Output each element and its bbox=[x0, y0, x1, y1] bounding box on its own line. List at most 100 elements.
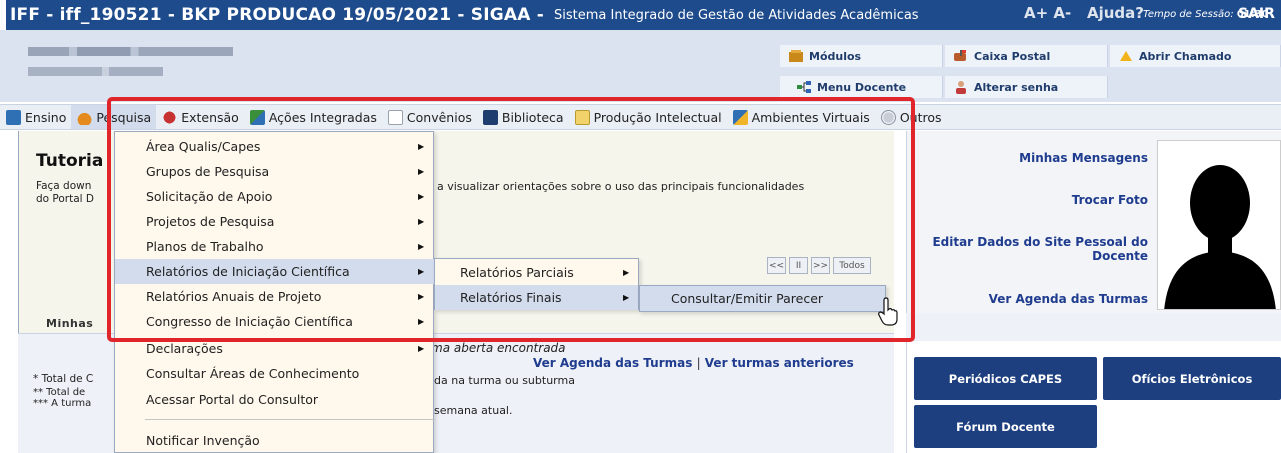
dropdown-item-projetos[interactable]: Projetos de Pesquisa ▶ bbox=[115, 209, 435, 234]
menu-biblioteca-label: Biblioteca bbox=[501, 109, 564, 125]
editar-site-line2: Docente bbox=[1092, 249, 1148, 263]
footnote-1: * Total de C bbox=[33, 373, 94, 385]
footnote-2: ** Total de bbox=[33, 387, 86, 398]
menu-pesquisa[interactable]: Pesquisa bbox=[71, 105, 157, 129]
menu-ensino[interactable]: Ensino bbox=[0, 105, 71, 129]
editar-site-link[interactable]: Editar Dados do Site Pessoal do Docente bbox=[906, 235, 1148, 263]
acoes-icon bbox=[249, 109, 265, 125]
pesquisa-icon bbox=[77, 109, 93, 125]
menu-extensao[interactable]: Extensão bbox=[156, 105, 244, 129]
main-menu-bar: Ensino Pesquisa Extensão Ações Integrada… bbox=[0, 104, 1281, 130]
pager-next-button[interactable]: >> bbox=[811, 257, 830, 274]
ver-turmas-anteriores-link[interactable]: Ver turmas anteriores bbox=[705, 356, 854, 370]
dropdown-item-label: Relatórios de Iniciação Científica bbox=[146, 264, 350, 279]
menu-outros[interactable]: Outros bbox=[875, 105, 947, 129]
dropdown-item-congresso[interactable]: Congresso de Iniciação Científica ▶ bbox=[115, 309, 435, 334]
submenu-item-label: Relatórios Parciais bbox=[460, 265, 574, 280]
dropdown-item-label: Solicitação de Apoio bbox=[146, 189, 273, 204]
pager-pause-button[interactable]: II bbox=[789, 257, 808, 274]
submenu-arrow-icon: ▶ bbox=[418, 217, 425, 226]
submenu-arrow-icon: ▶ bbox=[418, 267, 425, 276]
dropdown-item-label: Projetos de Pesquisa bbox=[146, 214, 275, 229]
submenu-arrow-icon: ▶ bbox=[623, 268, 630, 277]
menu-producao-intelectual[interactable]: Produção Intelectual bbox=[569, 105, 727, 129]
dropdown-item-declaracoes[interactable]: Declarações ▶ bbox=[115, 336, 435, 361]
trocar-foto-link[interactable]: Trocar Foto bbox=[960, 193, 1148, 207]
abrir-chamado-button[interactable]: Abrir Chamado bbox=[1110, 45, 1281, 67]
footnote-3: *** A turma bbox=[33, 398, 92, 409]
dropdown-item-portal-consultor[interactable]: Acessar Portal do Consultor bbox=[115, 387, 435, 412]
dropdown-item-relatorios-anuais[interactable]: Relatórios Anuais de Projeto ▶ bbox=[115, 284, 435, 309]
extensao-icon bbox=[162, 109, 178, 125]
dropdown-item-consultar-areas[interactable]: Consultar Áreas de Conhecimento bbox=[115, 361, 435, 386]
modules-icon bbox=[788, 49, 804, 63]
tutorial-text-line1: Faça down bbox=[36, 180, 92, 192]
submenu-item-relatorios-finais[interactable]: Relatórios Finais ▶ bbox=[435, 285, 638, 310]
editar-site-line1: Editar Dados do Site Pessoal do bbox=[932, 235, 1148, 249]
dropdown-item-label: Declarações bbox=[146, 341, 223, 356]
pager-prev-button[interactable]: << bbox=[767, 257, 786, 274]
submenu-arrow-icon: ▶ bbox=[418, 292, 425, 301]
modulos-button[interactable]: Módulos bbox=[780, 45, 943, 67]
system-title: IFF - iff_190521 - BKP PRODUCAO 19/05/20… bbox=[10, 5, 545, 25]
ver-agenda-turmas-link[interactable]: Ver Agenda das Turmas bbox=[920, 292, 1148, 306]
dropdown-item-label: Planos de Trabalho bbox=[146, 239, 264, 254]
menu-convenios[interactable]: Convênios bbox=[382, 105, 477, 129]
footnote-right-1: da na turma ou subturma bbox=[434, 374, 575, 387]
consultar-parecer-menu-item[interactable]: Consultar/Emitir Parecer bbox=[639, 285, 886, 312]
change-password-icon bbox=[953, 80, 969, 94]
ambientes-icon bbox=[732, 109, 748, 125]
dropdown-separator bbox=[145, 419, 435, 420]
abrir-chamado-label: Abrir Chamado bbox=[1139, 49, 1232, 63]
menu-ensino-label: Ensino bbox=[25, 109, 67, 125]
alterar-senha-label: Alterar senha bbox=[974, 80, 1059, 94]
tutorial-title: Tutoria bbox=[36, 151, 104, 171]
menu-ambientes-label: Ambientes Virtuais bbox=[751, 109, 870, 125]
font-size-controls[interactable]: A+ A- bbox=[1024, 4, 1071, 22]
user-header: Módulos Caixa Postal Abrir Chamado Menu … bbox=[0, 30, 1281, 102]
submenu-item-label: Consultar/Emitir Parecer bbox=[671, 291, 824, 306]
periodicos-capes-button[interactable]: Periódicos CAPES bbox=[914, 357, 1097, 400]
alterar-senha-button[interactable]: Alterar senha bbox=[945, 76, 1108, 98]
no-class-message: ma aberta encontrada bbox=[431, 341, 566, 355]
tutorial-text-line2: do Portal D bbox=[36, 193, 95, 205]
dropdown-item-planos[interactable]: Planos de Trabalho ▶ bbox=[115, 234, 435, 259]
menu-pesquisa-label: Pesquisa bbox=[96, 109, 152, 125]
dropdown-item-label: Área Qualis/Capes bbox=[146, 139, 261, 154]
menu-tree-icon bbox=[796, 80, 812, 94]
logout-link[interactable]: SAIR bbox=[1238, 6, 1275, 22]
menu-ambientes-virtuais[interactable]: Ambientes Virtuais bbox=[727, 105, 875, 129]
tutorial-text-right: a visualizar orientações sobre o uso das… bbox=[437, 180, 805, 193]
dropdown-item-relatorios-ic[interactable]: Relatórios de Iniciação Científica ▶ bbox=[115, 259, 435, 284]
ver-agenda-link[interactable]: Ver Agenda das Turmas bbox=[533, 356, 692, 370]
menu-acoes-label: Ações Integradas bbox=[268, 109, 377, 125]
dropdown-item-label: Notificar Invenção bbox=[146, 433, 260, 448]
submenu-item-relatorios-parciais[interactable]: Relatórios Parciais ▶ bbox=[435, 260, 638, 285]
profile-photo[interactable] bbox=[1157, 140, 1281, 310]
menu-acoes-integradas[interactable]: Ações Integradas bbox=[244, 105, 382, 129]
oficios-eletronicos-button[interactable]: Ofícios Eletrônicos bbox=[1103, 357, 1281, 400]
submenu-arrow-icon: ▶ bbox=[418, 192, 425, 201]
dropdown-item-area-qualis[interactable]: Área Qualis/Capes ▶ bbox=[115, 134, 435, 159]
submenu-arrow-icon: ▶ bbox=[418, 167, 425, 176]
pager-all-button[interactable]: Todos bbox=[833, 257, 871, 274]
dropdown-item-grupos[interactable]: Grupos de Pesquisa ▶ bbox=[115, 159, 435, 184]
submenu-arrow-icon: ▶ bbox=[418, 344, 425, 353]
relatorios-submenu: Relatórios Parciais ▶ Relatórios Finais ▶ bbox=[434, 258, 639, 310]
forum-docente-button[interactable]: Fórum Docente bbox=[914, 405, 1097, 448]
caixa-postal-button[interactable]: Caixa Postal bbox=[945, 45, 1108, 67]
minhas-mensagens-link[interactable]: Minhas Mensagens bbox=[960, 151, 1148, 165]
menu-producao-label: Produção Intelectual bbox=[593, 109, 722, 125]
submenu-arrow-icon: ▶ bbox=[418, 317, 425, 326]
menu-docente-button[interactable]: Menu Docente bbox=[780, 76, 943, 98]
menu-biblioteca[interactable]: Biblioteca bbox=[477, 105, 569, 129]
biblioteca-icon bbox=[482, 109, 498, 125]
pesquisa-dropdown: Área Qualis/Capes ▶ Grupos de Pesquisa ▶ S… bbox=[114, 131, 435, 453]
dropdown-item-solicitacao[interactable]: Solicitação de Apoio ▶ bbox=[115, 184, 435, 209]
title-bar: IFF - iff_190521 - BKP PRODUCAO 19/05/20… bbox=[0, 0, 1281, 30]
help-link[interactable]: Ajuda? bbox=[1087, 4, 1144, 22]
right-divider bbox=[906, 341, 907, 453]
dropdown-item-notificar-invencao[interactable]: Notificar Invenção bbox=[115, 428, 435, 453]
minhas-turmas-heading: Minhas bbox=[46, 317, 94, 330]
right-spacer bbox=[906, 313, 1281, 341]
